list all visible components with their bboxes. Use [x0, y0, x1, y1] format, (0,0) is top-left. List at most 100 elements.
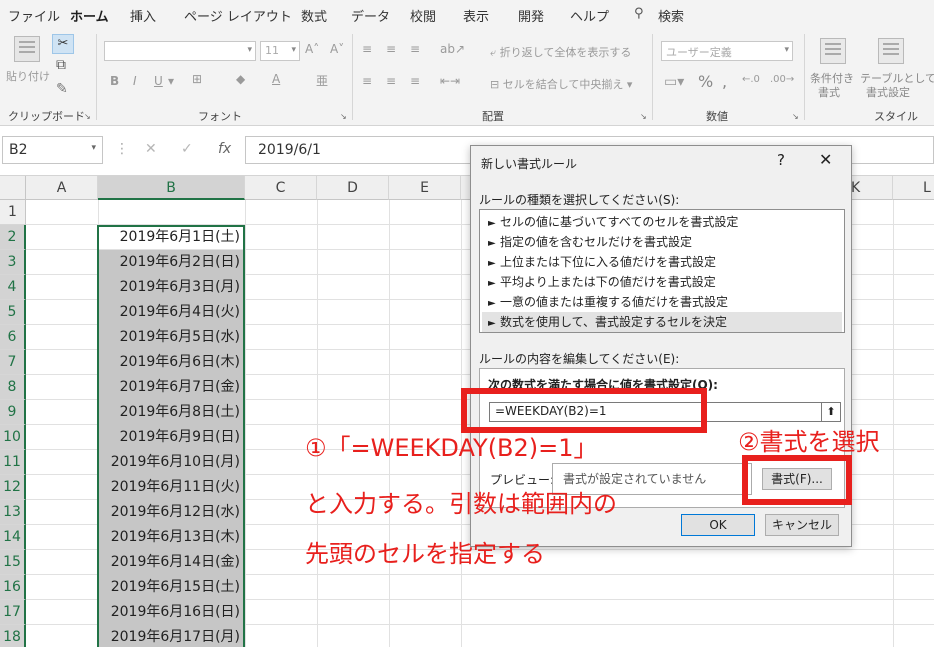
name-box[interactable]: B2 ▾: [2, 136, 103, 164]
cancel-icon[interactable]: ✕: [145, 141, 157, 157]
indent-icon[interactable]: ⇤⇥: [440, 74, 460, 88]
number-format-combo[interactable]: ユーザー定義 ▾: [661, 41, 793, 61]
row-header[interactable]: 5: [0, 300, 26, 325]
tab-data[interactable]: データ: [351, 6, 390, 25]
arrow-icon: ►: [488, 258, 496, 269]
row-header[interactable]: 12: [0, 475, 26, 500]
align-top-icon[interactable]: ≡: [362, 42, 372, 56]
italic-icon[interactable]: I: [133, 74, 137, 88]
tab-review[interactable]: 校閲: [410, 6, 436, 25]
align-right-icon[interactable]: ≡: [410, 74, 420, 88]
wrap-text-button[interactable]: ⤶ 折り返して全体を表示する: [490, 44, 631, 60]
phonetic-icon[interactable]: 亜: [316, 72, 328, 89]
increase-decimal-icon[interactable]: ←.0: [742, 74, 760, 85]
grow-font-icon[interactable]: A˄: [305, 42, 319, 56]
tab-search[interactable]: 検索: [658, 6, 684, 25]
rule-type-list[interactable]: ► セルの値に基づいてすべてのセルを書式設定 ► 指定の値を含むセルだけを書式設定 …: [479, 209, 845, 333]
row-header[interactable]: 10: [0, 425, 26, 450]
paste-icon[interactable]: [14, 36, 40, 62]
format-as-table-icon[interactable]: [878, 38, 904, 64]
format-as-table-label-2[interactable]: 書式設定: [866, 84, 910, 100]
format-painter-icon[interactable]: ✎: [56, 82, 68, 96]
font-launcher-icon[interactable]: ↘: [340, 112, 347, 121]
shrink-font-icon[interactable]: A˅: [330, 42, 344, 56]
row-header[interactable]: 2: [0, 225, 26, 250]
tab-file[interactable]: ファイル: [8, 6, 60, 25]
more-icon: ⋮: [115, 141, 129, 157]
align-left-icon[interactable]: ≡: [362, 74, 372, 88]
tab-formulas[interactable]: 数式: [301, 6, 327, 25]
conditional-format-label-2[interactable]: 書式: [818, 84, 840, 100]
column-header-L[interactable]: L: [893, 176, 934, 200]
row-header[interactable]: 16: [0, 575, 26, 600]
conditional-format-icon[interactable]: [820, 38, 846, 64]
row-header[interactable]: 18: [0, 625, 26, 647]
rule-item-selected[interactable]: ► 数式を使用して、書式設定するセルを決定: [482, 312, 842, 332]
tab-insert[interactable]: 挿入: [130, 6, 156, 25]
row-header[interactable]: 3: [0, 250, 26, 275]
ok-button[interactable]: OK: [681, 514, 755, 536]
close-icon[interactable]: ✕: [819, 150, 832, 169]
font-size-combo[interactable]: 11 ▾: [260, 41, 300, 61]
paste-button-label[interactable]: 貼り付け: [6, 68, 50, 84]
row-header[interactable]: 7: [0, 350, 26, 375]
row-header[interactable]: 1: [0, 200, 26, 225]
column-header-B[interactable]: B: [98, 176, 245, 200]
row-header[interactable]: 6: [0, 325, 26, 350]
search-icon[interactable]: ⚲: [634, 6, 644, 21]
column-header-E[interactable]: E: [389, 176, 461, 200]
tab-developer[interactable]: 開発: [518, 6, 544, 25]
decrease-decimal-icon[interactable]: .00→: [770, 74, 794, 85]
align-middle-icon[interactable]: ≡: [386, 42, 396, 56]
bold-icon[interactable]: B: [110, 74, 119, 88]
column-header-D[interactable]: D: [317, 176, 389, 200]
clipboard-launcher-icon[interactable]: ↘: [84, 112, 91, 121]
alignment-launcher-icon[interactable]: ↘: [640, 112, 647, 121]
column-header-A[interactable]: A: [26, 176, 98, 200]
orientation-icon[interactable]: ab↗: [440, 42, 465, 56]
column-header-C[interactable]: C: [245, 176, 317, 200]
fill-color-icon[interactable]: ◆: [236, 72, 245, 86]
font-name-combo[interactable]: ▾: [104, 41, 256, 61]
chevron-down-icon[interactable]: ▾: [168, 74, 174, 88]
row-header[interactable]: 4: [0, 275, 26, 300]
align-bottom-icon[interactable]: ≡: [410, 42, 420, 56]
enter-icon[interactable]: ✓: [181, 141, 193, 157]
rule-item[interactable]: ► 平均より上または下の値だけを書式設定: [482, 272, 842, 292]
row-header[interactable]: 11: [0, 450, 26, 475]
cut-icon[interactable]: ✂: [52, 34, 74, 54]
rule-item[interactable]: ► 指定の値を含むセルだけを書式設定: [482, 232, 842, 252]
select-all-corner[interactable]: [0, 176, 26, 200]
currency-icon[interactable]: ▭▾: [664, 74, 684, 90]
row-header[interactable]: 17: [0, 600, 26, 625]
row-header[interactable]: 14: [0, 525, 26, 550]
number-launcher-icon[interactable]: ↘: [792, 112, 799, 121]
row-header[interactable]: 8: [0, 375, 26, 400]
percent-icon[interactable]: %: [698, 72, 713, 91]
comma-icon[interactable]: ,: [722, 72, 727, 91]
rule-item[interactable]: ► 一意の値または重複する値だけを書式設定: [482, 292, 842, 312]
merge-center-label: セルを結合して中央揃え: [502, 78, 624, 91]
rule-item[interactable]: ► 上位または下位に入る値だけを書式設定: [482, 252, 842, 272]
divider: [96, 34, 97, 120]
row-header[interactable]: 13: [0, 500, 26, 525]
row-header[interactable]: 9: [0, 400, 26, 425]
underline-icon[interactable]: U: [154, 74, 163, 88]
rule-item[interactable]: ► セルの値に基づいてすべてのセルを書式設定: [482, 212, 842, 232]
align-center-icon[interactable]: ≡: [386, 74, 396, 88]
merge-center-button[interactable]: ⊟ セルを結合して中央揃え ▾: [490, 76, 632, 92]
rule-item-label: 数式を使用して、書式設定するセルを決定: [500, 315, 728, 329]
cancel-button[interactable]: キャンセル: [765, 514, 839, 536]
tab-help[interactable]: ヘルプ: [570, 6, 609, 25]
divider: [804, 34, 805, 120]
tab-home[interactable]: ホーム: [70, 6, 109, 31]
insert-function-icon[interactable]: fx: [218, 141, 231, 157]
tab-view[interactable]: 表示: [463, 6, 489, 25]
collapse-dialog-icon[interactable]: ⬆: [821, 402, 841, 422]
tab-page-layout[interactable]: ページ レイアウト: [184, 6, 292, 25]
row-header[interactable]: 15: [0, 550, 26, 575]
copy-icon[interactable]: ⧉: [56, 58, 66, 72]
help-button[interactable]: ?: [777, 151, 785, 169]
border-icon[interactable]: ⊞: [192, 72, 202, 86]
font-color-icon[interactable]: A: [272, 72, 280, 86]
